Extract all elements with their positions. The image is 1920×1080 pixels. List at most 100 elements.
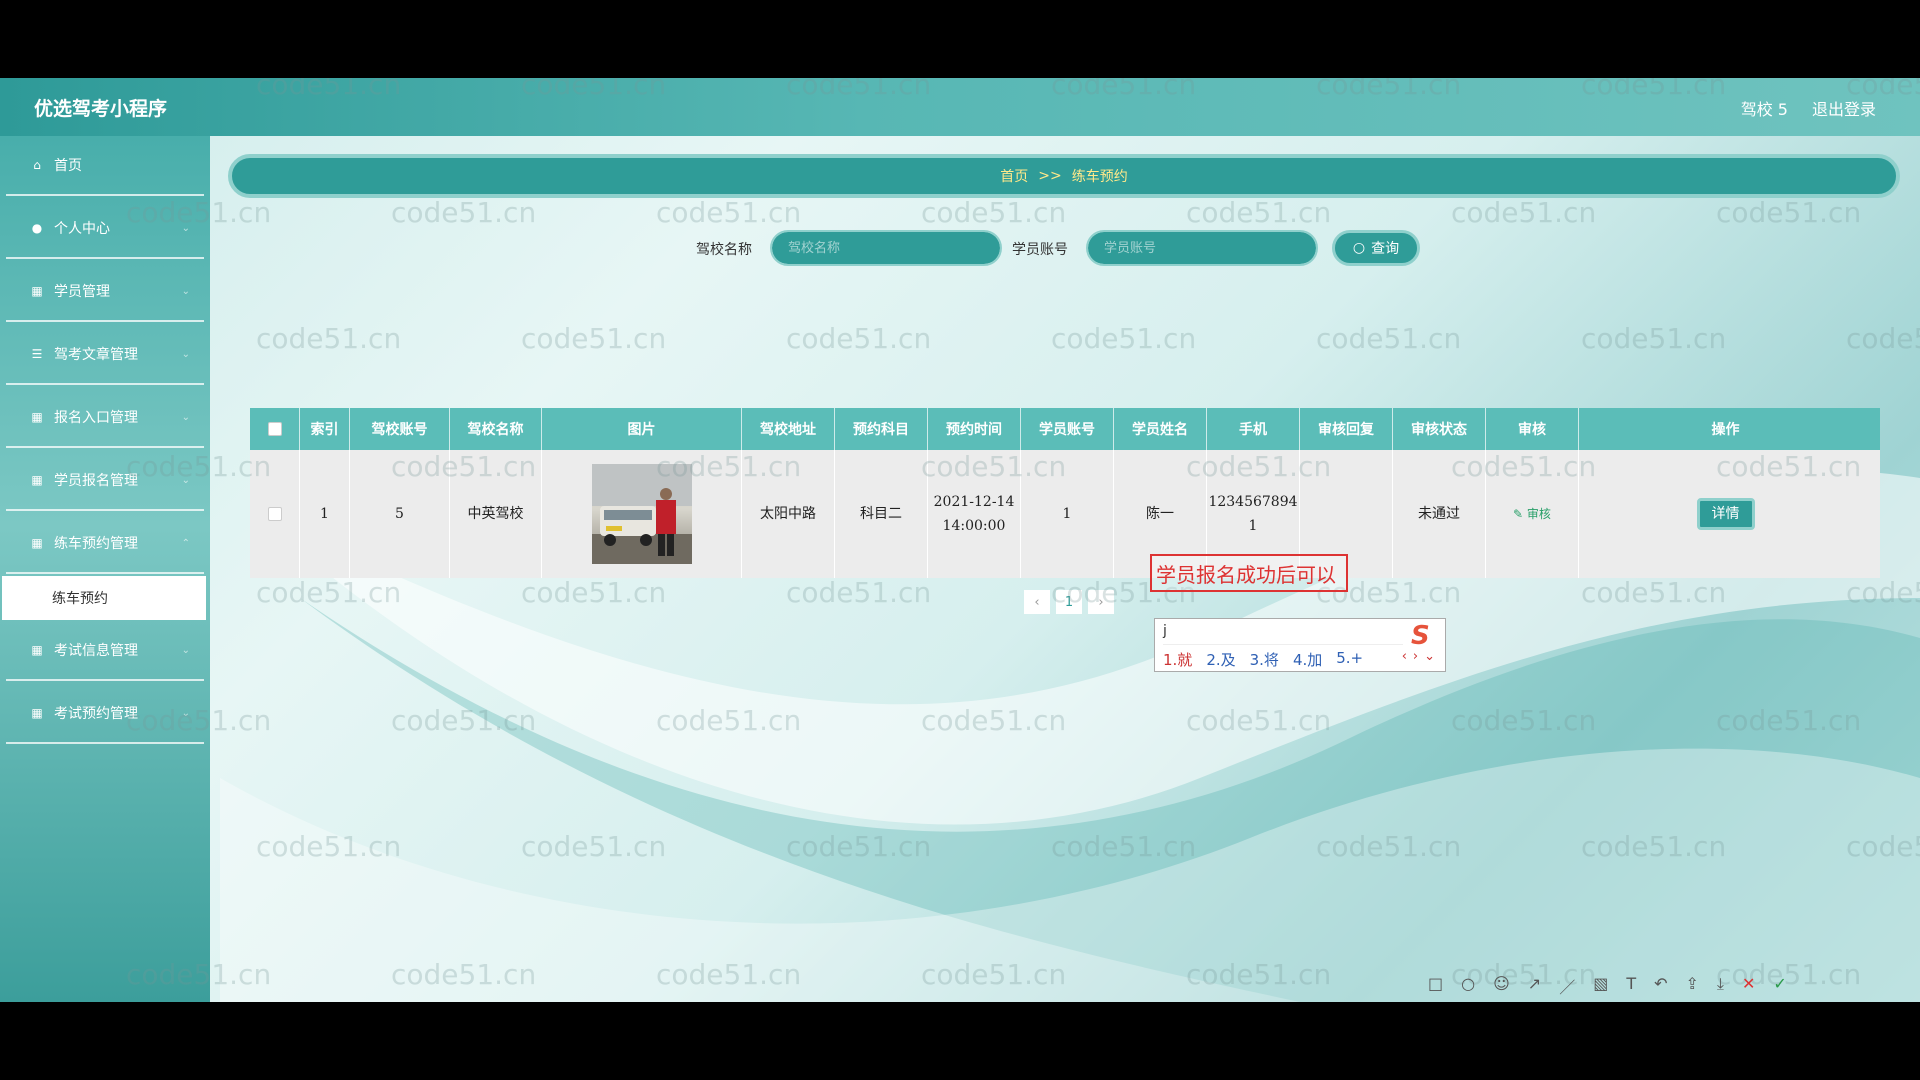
sidebar-item-label: 练车预约管理 [54, 536, 138, 552]
column-header: 预约科目 [835, 408, 928, 450]
sidebar-item-exam-info[interactable]: ▦ 考试信息管理 ⌄ [6, 621, 204, 681]
watermark-text: code51.cn [521, 322, 667, 355]
watermark-text: code51.cn [1581, 322, 1727, 355]
column-header: 审核回复 [1300, 408, 1393, 450]
sidebar-item-label: 驾考文章管理 [54, 347, 138, 363]
column-header: 审核状态 [1393, 408, 1486, 450]
column-header: 手机 [1207, 408, 1300, 450]
watermark-text: code51.cn [786, 576, 932, 609]
ime-candidate[interactable]: 2.及 [1206, 649, 1235, 670]
watermark-text: code51.cn [1716, 704, 1862, 737]
row-checkbox[interactable] [267, 507, 282, 521]
column-header: 驾校账号 [350, 408, 450, 450]
watermark-text: code51.cn [1581, 576, 1727, 609]
student-account-input[interactable] [1086, 230, 1318, 266]
watermark-text: code51.cn [786, 830, 932, 863]
watermark-text: code51.cn [1316, 830, 1462, 863]
column-header: 操作 [1711, 422, 1740, 438]
watermark-text: code51.cn [1451, 450, 1597, 483]
school-name-input[interactable] [770, 230, 1002, 266]
current-user[interactable]: 驾校 5 [1741, 96, 1788, 120]
sliders-icon: ☰ [31, 347, 43, 361]
chevron-down-icon: ⌄ [181, 411, 190, 423]
sidebar-item-articles[interactable]: ☰ 驾考文章管理 ⌄ [6, 325, 204, 385]
emoji-tool-icon[interactable]: ☺ [1493, 974, 1510, 998]
watermark-text: code51.cn [1846, 322, 1920, 355]
cell-subject: 科目二 [835, 450, 928, 578]
phone-line-2: 1 [1248, 518, 1258, 534]
sidebar-item-students[interactable]: ▦ 学员管理 ⌄ [6, 262, 204, 322]
ime-candidate[interactable]: 4.加 [1293, 649, 1322, 670]
chevron-down-icon: ⌄ [181, 644, 190, 656]
brand-title: 优选驾考小程序 [34, 98, 168, 120]
column-header: 图片 [542, 408, 742, 450]
watermark-text: code51.cn [1316, 78, 1462, 101]
pen-tool-icon[interactable]: ／ [1559, 974, 1575, 998]
ime-candidate[interactable]: 3.将 [1250, 649, 1279, 670]
close-icon[interactable]: ✕ [1742, 974, 1755, 998]
breadcrumb-home[interactable]: 首页 [1000, 166, 1028, 186]
detail-button[interactable]: 详情 [1696, 498, 1755, 530]
watermark-text: code51.cn [1051, 78, 1197, 101]
prev-page-button[interactable]: ‹ [1024, 590, 1050, 614]
watermark-text: code51.cn [1451, 704, 1597, 737]
annotation-textbox[interactable]: 学员报名成功后可以 [1150, 554, 1348, 592]
mosaic-tool-icon[interactable]: ▧ [1593, 974, 1608, 998]
column-header: 审核 [1486, 408, 1579, 450]
watermark-text: code51.cn [126, 958, 272, 991]
grid-icon: ▦ [31, 284, 43, 298]
cell-index: 1 [300, 450, 350, 578]
breadcrumb-current: 练车预约 [1071, 169, 1128, 185]
watermark-text: code51.cn [656, 196, 802, 229]
column-header: 学员姓名 [1114, 408, 1207, 450]
ellipse-tool-icon[interactable]: ○ [1461, 974, 1475, 998]
watermark-text: code51.cn [786, 322, 932, 355]
watermark-text: code51.cn [656, 450, 802, 483]
sidebar-item-practice-booking[interactable]: ▦ 练车预约管理 ⌃ [6, 514, 204, 574]
sidebar-item-signup-entry[interactable]: ▦ 报名入口管理 ⌄ [6, 388, 204, 448]
table-header: 索引 驾校账号 驾校名称 图片 驾校地址 预约科目 预约时间 学员账号 学员姓名… [250, 408, 1880, 450]
time-clock: 14:00:00 [942, 518, 1006, 534]
grid-icon: ▦ [31, 473, 43, 487]
watermark-text: code51.cn [1716, 450, 1862, 483]
confirm-icon[interactable]: ✓ [1773, 974, 1786, 998]
app-screen: 优选驾考小程序 驾校 5 退出登录 ⌂ 首页 ● 个人中心 ⌄ ▦ 学员管理 ⌄… [0, 78, 1920, 1002]
watermark-text: code51.cn [1186, 196, 1332, 229]
ime-prev-icon[interactable]: ‹ [1402, 649, 1407, 664]
text-tool-icon[interactable]: T [1626, 974, 1636, 998]
column-header: 索引 [300, 408, 350, 450]
share-icon[interactable]: ⇪ [1686, 974, 1699, 998]
phone-line-1: 1234567894 [1208, 494, 1298, 510]
sidebar-subitem-practice-booking[interactable]: 练车预约 [2, 576, 206, 620]
column-header: 驾校名称 [450, 408, 542, 450]
ime-candidate[interactable]: 1.就 [1163, 649, 1192, 670]
ime-expand-icon[interactable]: ⌄ [1424, 649, 1435, 664]
grid-icon: ▦ [31, 410, 43, 424]
ime-next-icon[interactable]: › [1413, 649, 1418, 664]
ime-candidate-window: j S 1.就 2.及 3.将 4.加 5.+ ‹ › ⌄ [1154, 618, 1446, 672]
search-icon: ○ [1352, 240, 1366, 256]
undo-icon[interactable]: ↶ [1654, 974, 1667, 998]
query-button[interactable]: ○ 查询 [1332, 230, 1420, 266]
search-bar: 驾校名称 学员账号 ○ 查询 [0, 230, 1920, 266]
ime-composition: j [1163, 623, 1403, 645]
select-all-cell [250, 408, 300, 450]
watermark-text: code51.cn [126, 196, 272, 229]
sidebar-item-home[interactable]: ⌂ 首页 [6, 136, 204, 196]
arrow-tool-icon[interactable]: ↗ [1528, 974, 1541, 998]
watermark-text: code51.cn [1846, 830, 1920, 863]
audit-link[interactable]: ✎ 审核 [1513, 502, 1551, 526]
download-icon[interactable]: ⤓ [1717, 974, 1724, 998]
watermark-text: code51.cn [1051, 322, 1197, 355]
watermark-text: code51.cn [126, 704, 272, 737]
watermark-text: code51.cn [921, 196, 1067, 229]
watermark-text: code51.cn [656, 704, 802, 737]
watermark-text: code51.cn [1186, 958, 1332, 991]
ime-candidate[interactable]: 5.+ [1336, 649, 1363, 670]
chevron-up-icon: ⌃ [181, 537, 190, 549]
sidebar-item-label: 学员管理 [54, 284, 110, 300]
select-all-checkbox[interactable] [267, 422, 282, 436]
rectangle-tool-icon[interactable]: □ [1428, 974, 1443, 998]
watermark-text: code51.cn [1846, 576, 1920, 609]
column-header: 学员账号 [1021, 408, 1114, 450]
